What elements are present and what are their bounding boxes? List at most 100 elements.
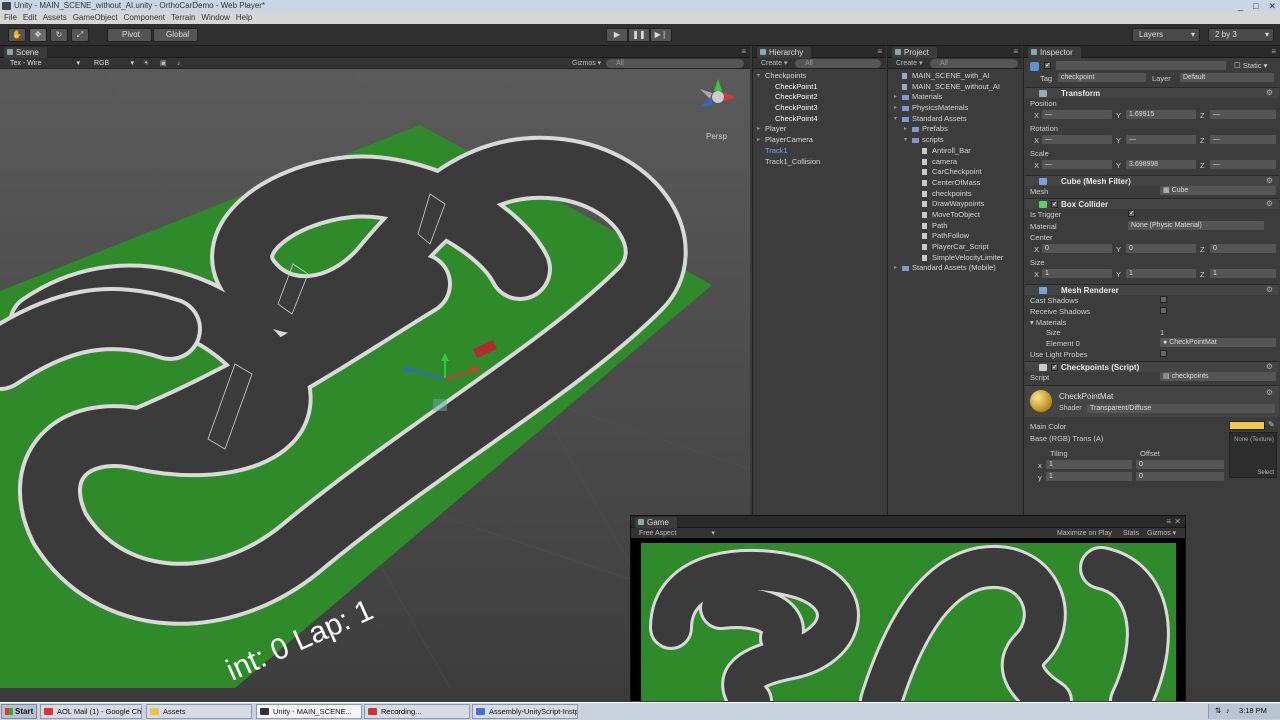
texture-slot[interactable]: None (Texture) Select <box>1229 432 1277 478</box>
project-item[interactable]: DrawWaypoints <box>888 199 1022 210</box>
project-item[interactable]: PlayerCar_Script <box>888 242 1022 253</box>
receive-shadows-checkbox[interactable] <box>1160 307 1167 314</box>
expanded-arrow-icon[interactable]: ▾ <box>904 135 907 146</box>
is-trigger-checkbox[interactable]: ✓ <box>1128 210 1135 217</box>
active-checkbox[interactable]: ✓ <box>1044 62 1051 69</box>
panel-menu-icon[interactable]: ≡ <box>1013 47 1018 56</box>
center-z-field[interactable]: 0 <box>1210 244 1276 253</box>
project-item[interactable]: Path <box>888 221 1022 232</box>
hierarchy-item[interactable]: ▾ Checkpoints <box>753 71 886 82</box>
project-item[interactable]: Antiroll_Bar <box>888 146 1022 157</box>
hierarchy-item[interactable]: CheckPoint4 <box>753 114 886 125</box>
global-toggle[interactable]: Global <box>153 28 198 42</box>
offset-y-field[interactable]: 0 <box>1136 472 1224 481</box>
menu-edit[interactable]: Edit <box>23 12 37 24</box>
element0-field[interactable]: ● CheckPointMat <box>1160 338 1276 347</box>
box-collider-enabled-checkbox[interactable]: ✓ <box>1051 201 1058 208</box>
materials-size-value[interactable]: 1 <box>1160 328 1164 337</box>
tab-inspector[interactable]: Inspector <box>1028 47 1081 58</box>
expanded-arrow-icon[interactable]: ▾ <box>894 114 897 125</box>
scale-tool-icon[interactable]: ⤢ <box>71 28 89 42</box>
project-item[interactable]: ▸ Prefabs <box>888 124 1022 135</box>
tiling-y-field[interactable]: 1 <box>1046 472 1132 481</box>
project-item[interactable]: MAIN_SCENE_without_AI <box>888 82 1022 93</box>
menu-assets[interactable]: Assets <box>43 12 67 24</box>
materials-foldout[interactable]: ▾ Materials <box>1030 318 1066 327</box>
size-z-field[interactable]: 1 <box>1210 269 1276 278</box>
task-unity[interactable]: Unity - MAIN_SCENE... <box>256 704 362 719</box>
scene-search-input[interactable]: All <box>606 59 744 68</box>
light-probes-checkbox[interactable] <box>1160 350 1167 357</box>
maximize-button[interactable]: □ <box>1253 0 1258 12</box>
pivot-toggle[interactable]: Pivot <box>107 28 152 42</box>
tiling-x-field[interactable]: 1 <box>1046 460 1132 469</box>
project-item[interactable]: checkpoints <box>888 189 1022 200</box>
project-item[interactable]: ▸ PhysicsMaterials <box>888 103 1022 114</box>
main-color-swatch[interactable] <box>1229 421 1265 430</box>
project-item[interactable]: CarCheckpoint <box>888 167 1022 178</box>
scale-z-field[interactable]: — <box>1210 160 1276 169</box>
collapsed-arrow-icon[interactable]: ▸ <box>894 92 897 103</box>
project-item[interactable]: PathFollow <box>888 231 1022 242</box>
object-name-field[interactable] <box>1056 61 1226 70</box>
layers-dropdown[interactable]: Layers <box>1132 28 1200 42</box>
hierarchy-create-button[interactable]: Create ▾ <box>761 58 787 69</box>
rotation-z-field[interactable]: — <box>1210 135 1276 144</box>
hierarchy-search-input[interactable]: All <box>795 59 881 68</box>
play-button[interactable]: ▶ <box>606 28 628 42</box>
position-z-field[interactable]: — <box>1210 110 1276 119</box>
project-create-button[interactable]: Create ▾ <box>896 58 922 69</box>
menu-component[interactable]: Component <box>124 12 165 24</box>
menu-help[interactable]: Help <box>236 12 252 24</box>
script-enabled-checkbox[interactable]: ✓ <box>1051 364 1058 371</box>
hierarchy-item[interactable]: CheckPoint1 <box>753 82 886 93</box>
pause-button[interactable]: ❚❚ <box>628 28 650 42</box>
rotation-y-field[interactable]: — <box>1126 135 1196 144</box>
gear-icon[interactable]: ⚙ <box>1266 285 1273 294</box>
gear-icon[interactable]: ⚙ <box>1266 176 1273 185</box>
image-toggle-icon[interactable]: ▣ <box>160 58 167 69</box>
collapsed-arrow-icon[interactable]: ▸ <box>894 103 897 114</box>
size-y-field[interactable]: 1 <box>1126 269 1196 278</box>
tab-hierarchy[interactable]: Hierarchy <box>757 47 812 58</box>
panel-menu-icon[interactable]: ≡ <box>1166 517 1171 526</box>
box-collider-header[interactable]: ✓ Box Collider ⚙ <box>1025 198 1279 209</box>
collapsed-arrow-icon[interactable]: ▸ <box>757 135 760 146</box>
hand-tool-icon[interactable]: ✋ <box>8 28 26 42</box>
gear-icon[interactable]: ⚙ <box>1266 388 1273 397</box>
position-y-field[interactable]: 1.69915 <box>1126 110 1196 119</box>
project-item[interactable]: camera <box>888 157 1022 168</box>
script-field[interactable]: ▤ checkpoints <box>1160 372 1276 381</box>
shader-dropdown[interactable]: Transparent/Diffuse <box>1087 404 1275 413</box>
game-viewport[interactable] <box>631 538 1185 701</box>
menu-gameobject[interactable]: GameObject <box>73 12 118 24</box>
tag-dropdown[interactable]: checkpoint <box>1058 73 1146 82</box>
menu-terrain[interactable]: Terrain <box>171 12 195 24</box>
collapsed-arrow-icon[interactable]: ▸ <box>757 124 760 135</box>
project-item[interactable]: ▾ scripts <box>888 135 1022 146</box>
project-item[interactable]: SimpleVelocityLimiter <box>888 253 1022 264</box>
center-y-field[interactable]: 0 <box>1126 244 1196 253</box>
transform-header[interactable]: Transform ⚙ <box>1025 87 1279 98</box>
gizmos-dropdown[interactable]: Gizmos ▾ <box>572 58 601 69</box>
gear-icon[interactable]: ⚙ <box>1266 362 1273 371</box>
menu-file[interactable]: File <box>4 12 17 24</box>
scale-x-field[interactable]: — <box>1042 160 1112 169</box>
material-header[interactable]: CheckPointMat Shader Transparent/Diffuse… <box>1025 385 1279 417</box>
rotation-x-field[interactable]: — <box>1042 135 1112 144</box>
hierarchy-item[interactable]: CheckPoint2 <box>753 92 886 103</box>
scale-y-field[interactable]: 3.698998 <box>1126 160 1196 169</box>
project-item[interactable]: MAIN_SCENE_with_AI <box>888 71 1022 82</box>
layer-dropdown[interactable]: Default <box>1180 73 1274 82</box>
hierarchy-item[interactable]: ▸ Player <box>753 124 886 135</box>
mesh-filter-header[interactable]: Cube (Mesh Filter) ⚙ <box>1025 175 1279 186</box>
project-item[interactable]: ▸ Materials <box>888 92 1022 103</box>
layout-dropdown[interactable]: 2 by 3 <box>1208 28 1274 42</box>
center-x-field[interactable]: 0 <box>1042 244 1112 253</box>
texture-select-button[interactable]: Select <box>1257 470 1274 476</box>
menu-window[interactable]: Window <box>201 12 229 24</box>
color-picker-icon[interactable]: ✎ <box>1268 420 1275 429</box>
gear-icon[interactable]: ⚙ <box>1266 88 1273 97</box>
hierarchy-item[interactable]: Track1_Collision <box>753 157 886 168</box>
tab-game[interactable]: Game <box>635 517 677 528</box>
